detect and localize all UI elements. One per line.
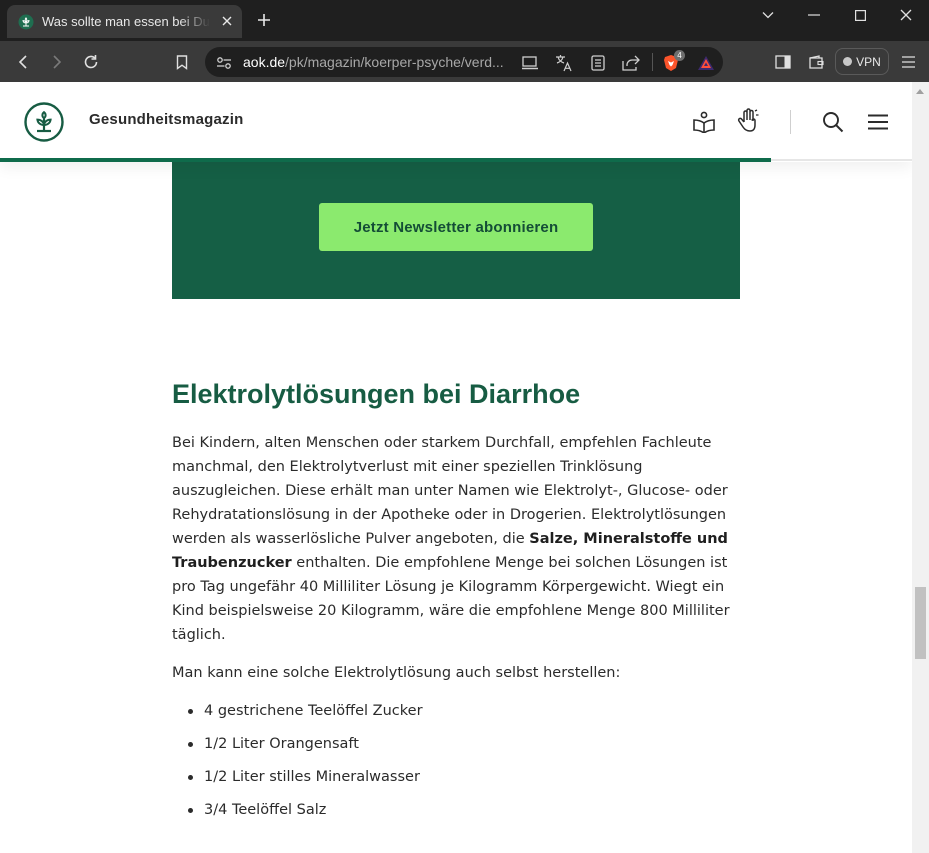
list-item: 1/2 Liter Orangensaft (172, 734, 742, 767)
back-icon[interactable] (10, 49, 36, 75)
browser-tab[interactable]: Was sollte man essen bei Durchfall? (7, 5, 242, 38)
tab-close-icon[interactable] (220, 14, 234, 28)
bookmark-icon[interactable] (169, 49, 195, 75)
minimize-icon[interactable] (791, 0, 837, 30)
newsletter-subscribe-button[interactable]: Jetzt Newsletter abonnieren (319, 203, 593, 251)
section-heading: Elektrolytlösungen bei Diarrhoe (172, 379, 581, 409)
bullet-icon (188, 808, 193, 813)
site-settings-icon[interactable] (215, 54, 233, 72)
scroll-up-arrow-icon[interactable] (916, 89, 924, 94)
wallet-icon[interactable] (806, 52, 826, 72)
reload-icon[interactable] (78, 49, 104, 75)
list-item-text: 1/2 Liter Orangensaft (204, 736, 359, 752)
translate-icon[interactable] (555, 54, 573, 72)
cast-icon[interactable] (521, 54, 539, 72)
site-header: Gesundheitsmagazin (0, 82, 912, 162)
bullet-icon (188, 742, 193, 747)
forward-icon[interactable] (44, 49, 70, 75)
paragraph-homemade: Man kann eine solche Elektrolytlösung au… (172, 665, 621, 681)
list-item: 4 gestrichene Teelöffel Zucker (172, 701, 742, 734)
scrollbar-thumb[interactable] (915, 587, 926, 659)
shields-count-badge: 4 (674, 50, 685, 61)
reader-mode-icon[interactable] (589, 54, 607, 72)
site-title[interactable]: Gesundheitsmagazin (89, 111, 243, 128)
tab-search-chevron-icon[interactable] (745, 0, 791, 30)
browser-titlebar: Was sollte man essen bei Durchfall? (0, 0, 929, 41)
url-host: aok.de (243, 54, 286, 70)
sidebar-toggle-icon[interactable] (773, 52, 793, 72)
newsletter-promo-box: Jetzt Newsletter abonnieren (172, 162, 740, 299)
header-divider (790, 110, 791, 134)
new-tab-icon[interactable] (254, 10, 274, 30)
vpn-label: VPN (856, 54, 881, 69)
page-scrollbar[interactable] (912, 82, 929, 853)
list-item-text: 3/4 Teelöffel Salz (204, 802, 327, 818)
share-icon[interactable] (622, 54, 640, 72)
list-item: 1/2 Liter stilles Mineralwasser (172, 767, 742, 800)
page-viewport: Gesundheitsmagazin Jetzt Newsletter abon… (0, 82, 912, 853)
ingredients-list: 4 gestrichene Teelöffel Zucker 1/2 Liter… (172, 701, 742, 833)
article-section: Elektrolytlösungen bei Diarrhoe Bei Kind… (172, 375, 742, 833)
list-item: 3/4 Teelöffel Salz (172, 800, 742, 833)
maximize-icon[interactable] (837, 0, 883, 30)
vpn-button[interactable]: VPN (835, 48, 889, 75)
tab-title: Was sollte man essen bei Durchfall? (42, 14, 210, 29)
vpn-status-icon (843, 57, 853, 66)
sign-language-icon[interactable] (735, 108, 761, 134)
url-text[interactable]: aok.de/pk/magazin/koerper-psyche/verd... (243, 54, 513, 70)
close-window-icon[interactable] (883, 0, 929, 30)
url-path: /pk/magazin/koerper-psyche/verd... (285, 54, 504, 70)
browser-toolbar: aok.de/pk/magazin/koerper-psyche/verd...… (0, 41, 929, 82)
bullet-icon (188, 709, 193, 714)
search-icon[interactable] (820, 109, 846, 135)
aok-favicon-icon (18, 14, 34, 30)
list-item-text: 4 gestrichene Teelöffel Zucker (204, 703, 423, 719)
reading-progress-track (771, 159, 912, 161)
list-item-text: 1/2 Liter stilles Mineralwasser (204, 769, 420, 785)
aok-logo-icon[interactable] (24, 102, 64, 142)
easy-language-icon[interactable] (691, 109, 717, 135)
bullet-icon (188, 775, 193, 780)
address-bar[interactable]: aok.de/pk/magazin/koerper-psyche/verd...… (205, 47, 723, 77)
reading-progress-bar (0, 158, 771, 162)
browser-menu-icon[interactable] (898, 52, 918, 72)
menu-icon[interactable] (865, 109, 891, 135)
paragraph-electrolytes: Bei Kindern, alten Menschen oder starkem… (172, 431, 740, 647)
brave-rewards-icon[interactable] (697, 54, 715, 72)
urlbar-divider (652, 53, 653, 71)
